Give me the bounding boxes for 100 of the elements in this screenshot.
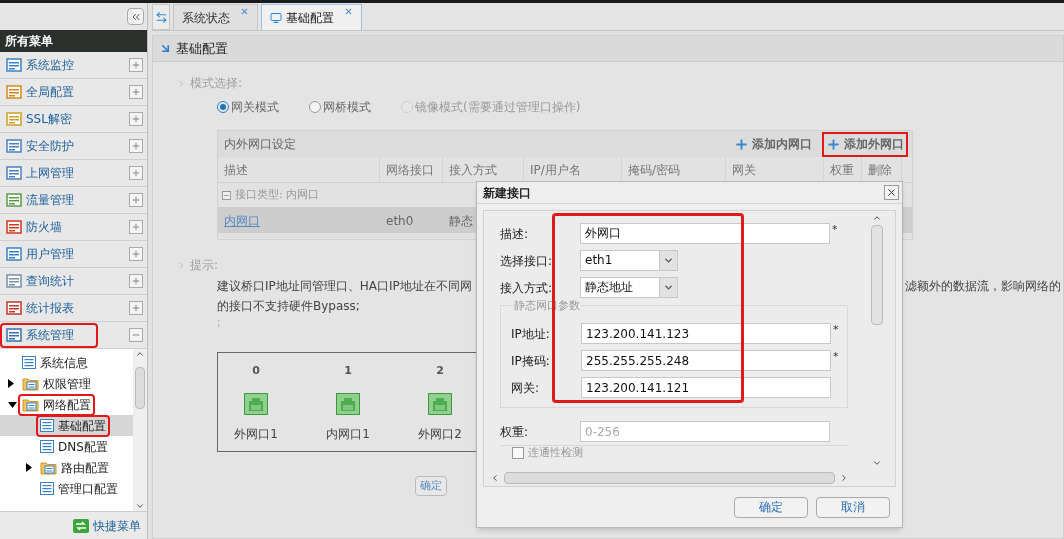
collapse-toggle[interactable] bbox=[129, 328, 143, 342]
expand-toggle[interactable] bbox=[129, 220, 143, 234]
checkbox-label: 连通性检测 bbox=[528, 446, 583, 459]
tree-label: 网络配置 bbox=[43, 396, 91, 414]
menu-icon bbox=[6, 274, 22, 288]
collapsed-arrow-icon[interactable] bbox=[26, 463, 32, 472]
page-icon bbox=[40, 482, 54, 495]
expand-toggle[interactable] bbox=[129, 112, 143, 126]
expanded-arrow-icon[interactable] bbox=[8, 401, 17, 408]
table-cell: eth0 bbox=[386, 214, 414, 228]
dialog-title: 新建接口 bbox=[483, 184, 531, 202]
refresh-button[interactable] bbox=[152, 4, 170, 30]
folder-icon bbox=[22, 376, 39, 391]
scrollbar-thumb[interactable] bbox=[871, 225, 883, 325]
menu-icon bbox=[6, 139, 22, 153]
folder-icon bbox=[22, 397, 39, 412]
column-header: 描述 bbox=[218, 157, 380, 182]
tree-item[interactable]: 系统信息 bbox=[0, 352, 133, 373]
text-field[interactable]: 外网口 bbox=[580, 223, 830, 244]
plus-icon bbox=[734, 136, 749, 152]
menu-icon bbox=[6, 220, 22, 234]
scroll-up-icon[interactable] bbox=[135, 349, 145, 359]
menu-item[interactable]: 系统管理 bbox=[0, 322, 147, 349]
add-port-button[interactable]: 添加外网口 bbox=[822, 131, 908, 157]
plus-icon bbox=[131, 87, 141, 97]
expand-toggle[interactable] bbox=[129, 193, 143, 207]
mode-radio[interactable]: 网桥模式 bbox=[309, 98, 371, 116]
required-mark: * bbox=[833, 349, 839, 365]
required-mark: * bbox=[833, 322, 839, 338]
field-label: 选择接口: bbox=[500, 252, 554, 270]
scroll-up-icon[interactable] bbox=[872, 213, 882, 223]
menu-icon bbox=[6, 247, 22, 261]
tree-label: DNS配置 bbox=[58, 438, 108, 456]
confirm-button[interactable]: 确定 bbox=[415, 475, 447, 496]
expand-toggle[interactable] bbox=[129, 247, 143, 261]
weight-field[interactable]: 0-256 bbox=[580, 421, 830, 442]
close-icon[interactable] bbox=[344, 7, 353, 16]
folder-icon bbox=[40, 460, 57, 475]
monitor-icon bbox=[270, 11, 282, 24]
expand-toggle[interactable] bbox=[129, 166, 143, 180]
port-label: 外网口1 bbox=[234, 426, 278, 443]
plus-icon bbox=[131, 60, 141, 70]
group-toggle[interactable] bbox=[222, 190, 231, 200]
dropdown[interactable]: 静态地址 bbox=[580, 277, 678, 298]
tree-item[interactable]: DNS配置 bbox=[0, 436, 133, 457]
scrollbar-thumb[interactable] bbox=[504, 472, 835, 484]
port-number: 2 bbox=[436, 362, 444, 379]
expand-toggle[interactable] bbox=[129, 85, 143, 99]
plus-icon bbox=[131, 303, 141, 313]
group-label: 接口类型: 内网口 bbox=[235, 186, 320, 203]
tab[interactable]: 基础配置 bbox=[261, 4, 362, 30]
port-number: 1 bbox=[344, 362, 352, 379]
expand-toggle[interactable] bbox=[129, 139, 143, 153]
plus-icon bbox=[131, 195, 141, 205]
collapsed-arrow-icon[interactable] bbox=[8, 379, 14, 388]
plus-icon bbox=[131, 168, 141, 178]
collapse-sidebar-button[interactable] bbox=[127, 8, 144, 25]
tree-item[interactable]: 权限管理 bbox=[0, 373, 133, 394]
checkbox[interactable] bbox=[512, 446, 524, 459]
expand-toggle[interactable] bbox=[129, 58, 143, 72]
mode-radio[interactable]: 网关模式 bbox=[217, 98, 279, 116]
close-button[interactable] bbox=[884, 185, 899, 200]
add-port-button[interactable]: 添加内网口 bbox=[730, 131, 816, 157]
ethernet-port-icon bbox=[428, 393, 452, 415]
tree-label: 路由配置 bbox=[61, 459, 109, 477]
tab[interactable]: 系统状态 bbox=[173, 4, 258, 30]
panel-title: 基础配置 bbox=[176, 39, 228, 58]
scroll-right-icon[interactable] bbox=[839, 473, 849, 483]
port-number: 0 bbox=[252, 362, 260, 379]
tree-item[interactable]: 管理口配置 bbox=[0, 478, 133, 499]
tree-item[interactable]: 基础配置 bbox=[0, 415, 133, 436]
scroll-down-icon[interactable] bbox=[135, 501, 145, 511]
dialog-button[interactable]: 确定 bbox=[734, 496, 808, 518]
scroll-down-icon[interactable] bbox=[872, 458, 882, 468]
tree-item[interactable]: 路由配置 bbox=[0, 457, 133, 478]
dropdown[interactable]: eth1 bbox=[580, 250, 678, 271]
table-cell: 静态 bbox=[449, 214, 473, 228]
expand-toggle[interactable] bbox=[129, 301, 143, 315]
dropdown-caret-icon bbox=[663, 282, 674, 293]
expand-toggle[interactable] bbox=[129, 274, 143, 288]
close-icon[interactable] bbox=[240, 7, 249, 16]
section-title: 提示: bbox=[190, 257, 219, 274]
port-label: 内网口1 bbox=[326, 426, 370, 443]
text-field[interactable]: 123.200.141.121 bbox=[581, 377, 831, 398]
scroll-left-icon[interactable] bbox=[490, 473, 500, 483]
plus-icon bbox=[131, 222, 141, 232]
field-label: 网关: bbox=[511, 379, 541, 397]
dialog-button[interactable]: 取消 bbox=[816, 496, 890, 518]
plus-icon bbox=[131, 114, 141, 124]
required-mark: * bbox=[832, 222, 838, 238]
menu-header: 所有菜单 bbox=[0, 30, 147, 52]
scrollbar-thumb[interactable] bbox=[135, 367, 145, 409]
text-field[interactable]: 255.255.255.248 bbox=[581, 350, 831, 371]
dropdown-caret-icon bbox=[663, 255, 674, 266]
menu-icon bbox=[6, 328, 22, 342]
plus-icon bbox=[131, 249, 141, 259]
scrollbar[interactable] bbox=[133, 349, 147, 511]
text-field[interactable]: 123.200.141.123 bbox=[581, 323, 831, 344]
shortcut-icon bbox=[73, 518, 89, 533]
field-label: IP掩码: bbox=[511, 352, 551, 370]
